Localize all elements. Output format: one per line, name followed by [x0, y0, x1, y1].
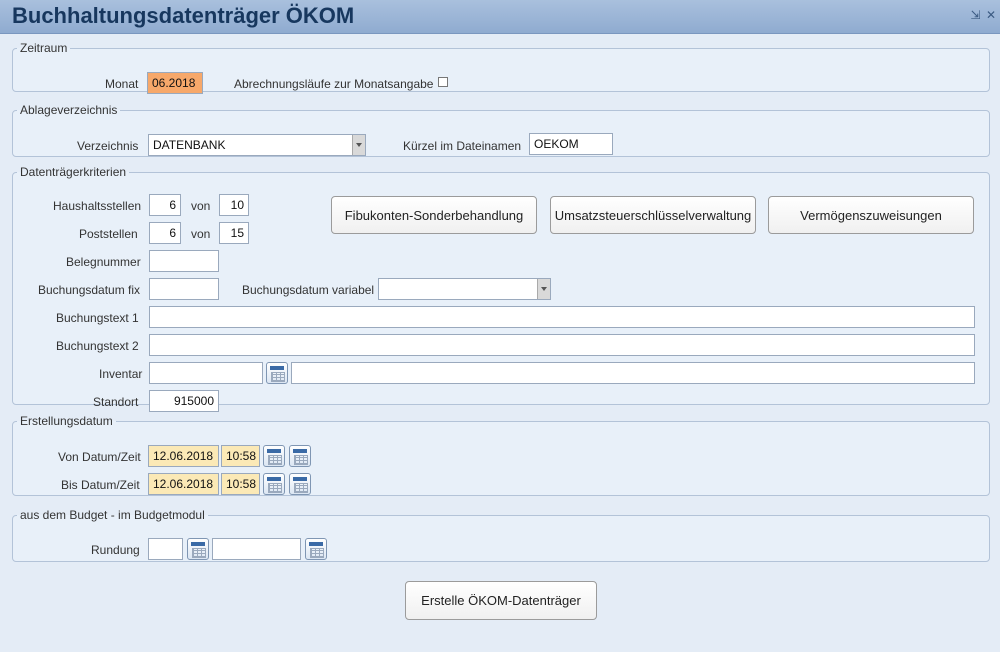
kuerzel-label: Kürzel im Dateinamen	[403, 139, 522, 153]
poststellen-total: 15	[219, 222, 249, 244]
buchungsdatum-fix-input[interactable]	[149, 278, 219, 300]
standort-label: Standort	[93, 395, 139, 409]
window-controls: ⇲ ✕	[969, 8, 996, 22]
budget-group: aus dem Budget - im Budgetmodul Rundung	[12, 508, 990, 562]
poststellen-input[interactable]: 6	[149, 222, 181, 244]
chevron-down-icon[interactable]	[352, 135, 365, 155]
von-date-calendar-icon[interactable]	[263, 445, 285, 467]
erstellung-legend: Erstellungsdatum	[20, 414, 113, 428]
main-panel: Zeitraum Monat 06.2018 Abrechnungsläufe …	[0, 34, 1000, 652]
buchungsdatum-fix-label: Buchungsdatum fix	[38, 283, 141, 297]
inventar-input[interactable]	[149, 362, 263, 384]
zeitraum-group: Zeitraum Monat 06.2018 Abrechnungsläufe …	[12, 41, 990, 94]
bis-time-calendar-icon[interactable]	[289, 473, 311, 495]
haushaltsstellen-von-label: von	[191, 199, 211, 213]
budget-legend: aus dem Budget - im Budgetmodul	[20, 508, 205, 522]
rundung-description	[212, 538, 301, 560]
chevron-down-icon[interactable]	[537, 279, 550, 299]
inventar-lookup-icon[interactable]	[266, 362, 288, 384]
kriterien-legend: Datenträgerkriterien	[20, 165, 127, 179]
belegnummer-input[interactable]	[149, 250, 219, 272]
monat-input[interactable]: 06.2018	[147, 72, 203, 94]
rundung-input[interactable]	[148, 538, 183, 560]
von-datum-label: Von Datum/Zeit	[58, 450, 141, 464]
haushaltsstellen-input[interactable]: 6	[149, 194, 181, 216]
buchungstext2-input[interactable]	[149, 334, 975, 356]
poststellen-label: Poststellen	[79, 227, 138, 241]
bis-date-calendar-icon[interactable]	[263, 473, 285, 495]
bis-time-input[interactable]: 10:58	[221, 473, 260, 495]
inventar-description	[291, 362, 975, 384]
rundung-desc-lookup-icon[interactable]	[305, 538, 327, 560]
window-title: Buchhaltungsdatenträger ÖKOM	[12, 3, 355, 28]
umsatzsteuer-button[interactable]: Umsatzsteuerschlüsselverwaltung	[550, 196, 756, 234]
poststellen-von-label: von	[191, 227, 211, 241]
create-oekom-button[interactable]: Erstelle ÖKOM-Datenträger	[405, 581, 597, 620]
buchungsdatum-variabel-select[interactable]	[378, 278, 551, 300]
monat-label: Monat	[105, 77, 139, 91]
kriterien-group: Datenträgerkriterien Haushaltsstellen 6 …	[12, 165, 990, 412]
bis-date-input[interactable]: 12.06.2018	[148, 473, 219, 495]
fibukonten-button[interactable]: Fibukonten-Sonderbehandlung	[331, 196, 537, 234]
rundung-lookup-icon[interactable]	[187, 538, 209, 560]
von-date-input[interactable]: 12.06.2018	[148, 445, 219, 467]
erstellung-group: Erstellungsdatum Von Datum/Zeit 12.06.20…	[12, 414, 990, 496]
verzeichnis-label: Verzeichnis	[77, 139, 139, 153]
zeitraum-legend: Zeitraum	[20, 41, 68, 55]
haushaltsstellen-total: 10	[219, 194, 249, 216]
buchungstext1-label: Buchungstext 1	[56, 311, 139, 325]
title-bar: Buchhaltungsdatenträger ÖKOM ⇲ ✕	[0, 0, 1000, 34]
von-time-input[interactable]: 10:58	[221, 445, 260, 467]
buchungstext1-input[interactable]	[149, 306, 975, 328]
bis-datum-label: Bis Datum/Zeit	[61, 478, 140, 492]
verzeichnis-select[interactable]: DATENBANK	[148, 134, 366, 156]
verzeichnis-value: DATENBANK	[153, 138, 226, 152]
rundung-label: Rundung	[91, 543, 140, 557]
belegnummer-label: Belegnummer	[66, 255, 141, 269]
vermoegen-button[interactable]: Vermögenszuweisungen	[768, 196, 974, 234]
von-time-calendar-icon[interactable]	[289, 445, 311, 467]
haushaltsstellen-label: Haushaltsstellen	[53, 199, 142, 213]
ablage-legend: Ablageverzeichnis	[20, 103, 118, 117]
ablage-group: Ablageverzeichnis Verzeichnis DATENBANK …	[12, 103, 990, 157]
resize-icon[interactable]: ⇲	[971, 8, 981, 22]
buchungsdatum-variabel-label: Buchungsdatum variabel	[242, 283, 375, 297]
standort-input[interactable]: 915000	[149, 390, 219, 412]
abrechnungslaeufe-checkbox[interactable]	[438, 77, 448, 87]
kuerzel-input[interactable]: OEKOM	[529, 133, 613, 155]
buchungstext2-label: Buchungstext 2	[56, 339, 139, 353]
close-icon[interactable]: ✕	[986, 8, 996, 22]
inventar-label: Inventar	[99, 367, 143, 381]
abrechnungslaeufe-label: Abrechnungsläufe zur Monatsangabe	[234, 77, 434, 91]
